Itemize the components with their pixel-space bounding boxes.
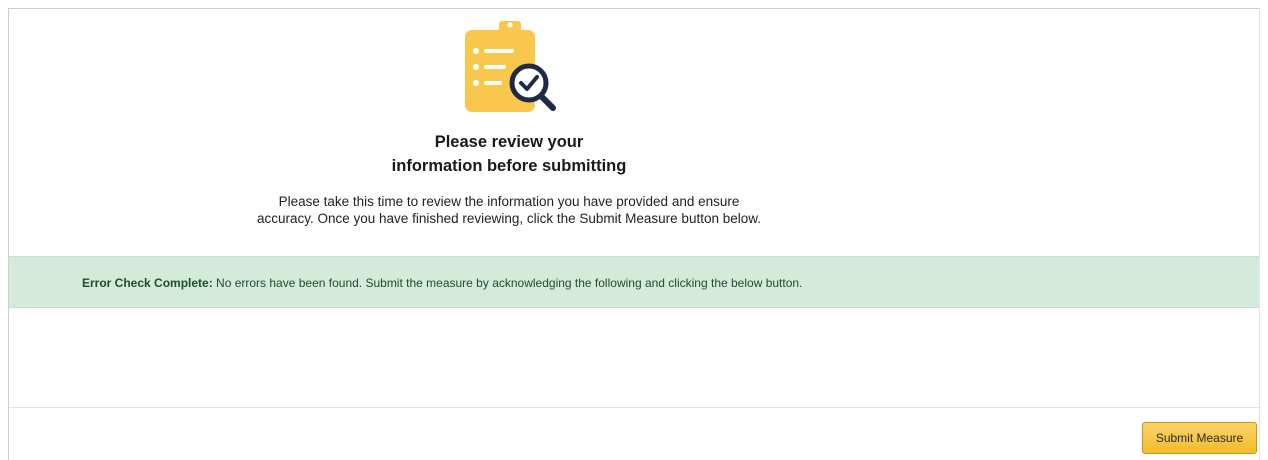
page-title-line-2: information before submitting (391, 157, 627, 175)
review-instructions: Please take this time to review the info… (199, 193, 819, 227)
page-title-line-1: Please review your (434, 133, 584, 151)
success-alert-text: Error Check Complete: No errors have bee… (82, 276, 802, 290)
review-panel: Please review your information before su… (8, 8, 1260, 460)
submit-measure-button[interactable]: Submit Measure (1142, 422, 1257, 454)
success-alert: Error Check Complete: No errors have bee… (9, 256, 1259, 308)
alert-message: No errors have been found. Submit the me… (212, 276, 803, 290)
review-instructions-line-1: Please take this time to review the info… (278, 194, 740, 209)
review-instructions-line-2: accuracy. Once you have finished reviewi… (256, 211, 761, 226)
page-title: Please review your information before su… (259, 130, 759, 178)
clipboard-magnifier-check-icon (455, 15, 567, 115)
alert-label: Error Check Complete: (82, 276, 213, 290)
footer-divider (9, 407, 1259, 408)
